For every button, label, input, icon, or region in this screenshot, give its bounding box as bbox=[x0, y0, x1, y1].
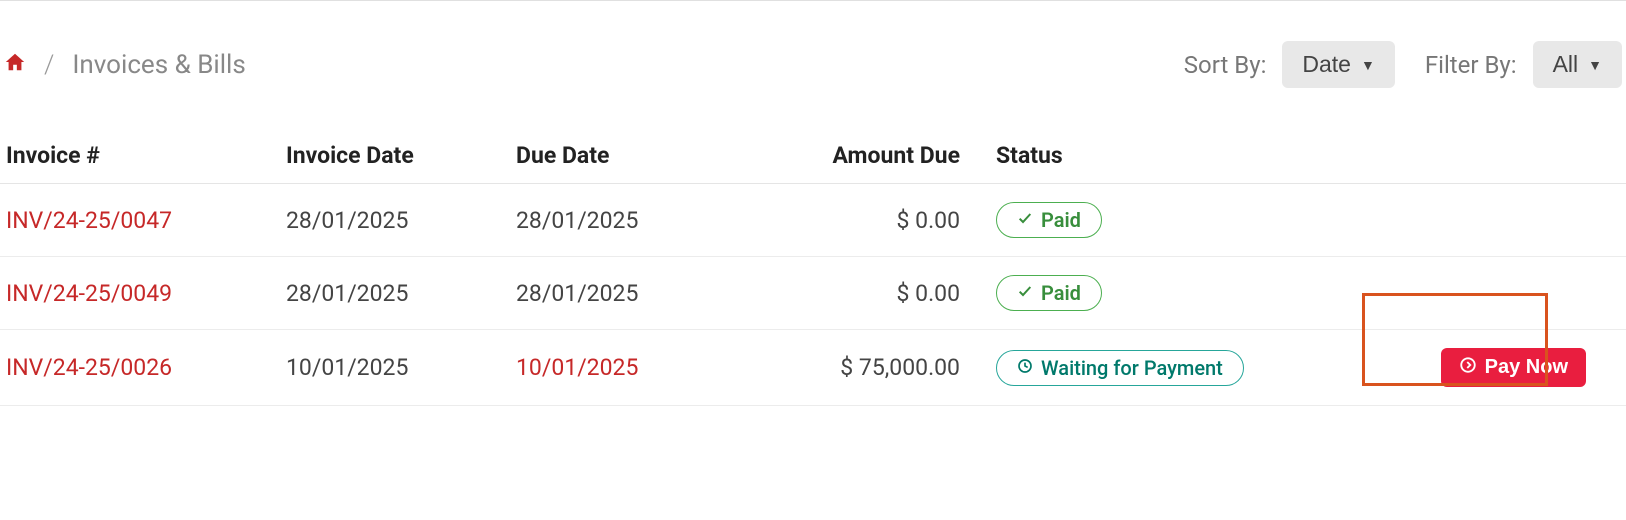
status-label: Waiting for Payment bbox=[1041, 356, 1223, 380]
controls: Sort By: Date ▼ Filter By: All ▼ bbox=[1184, 41, 1622, 88]
table-row: INV/24-25/0049 28/01/2025 28/01/2025 $ 0… bbox=[0, 257, 1626, 330]
table-row: INV/24-25/0026 10/01/2025 10/01/2025 $ 7… bbox=[0, 330, 1626, 406]
amount-due: $ 0.00 bbox=[780, 184, 990, 257]
sort-control: Sort By: Date ▼ bbox=[1184, 41, 1395, 88]
status-badge-paid: Paid bbox=[996, 202, 1102, 238]
col-header-status: Status bbox=[990, 128, 1350, 184]
home-icon[interactable] bbox=[4, 51, 26, 79]
invoice-link[interactable]: INV/24-25/0049 bbox=[6, 280, 172, 307]
breadcrumb: / Invoices & Bills bbox=[4, 50, 246, 80]
col-header-invoice-no: Invoice # bbox=[0, 128, 280, 184]
breadcrumb-separator: / bbox=[44, 50, 54, 80]
invoice-date: 10/01/2025 bbox=[280, 330, 510, 406]
check-icon bbox=[1017, 283, 1033, 303]
col-header-amount-due: Amount Due bbox=[780, 128, 990, 184]
arrow-circle-right-icon bbox=[1459, 356, 1477, 379]
invoice-link[interactable]: INV/24-25/0026 bbox=[6, 354, 172, 381]
invoice-link[interactable]: INV/24-25/0047 bbox=[6, 207, 172, 234]
amount-due: $ 75,000.00 bbox=[780, 330, 990, 406]
col-header-invoice-date: Invoice Date bbox=[280, 128, 510, 184]
caret-down-icon: ▼ bbox=[1588, 57, 1602, 73]
check-icon bbox=[1017, 210, 1033, 230]
status-label: Paid bbox=[1041, 281, 1081, 305]
invoices-table: Invoice # Invoice Date Due Date Amount D… bbox=[0, 128, 1626, 406]
clock-icon bbox=[1017, 358, 1033, 378]
pay-now-button[interactable]: Pay Now bbox=[1441, 348, 1586, 387]
sort-dropdown[interactable]: Date ▼ bbox=[1282, 41, 1394, 88]
due-date: 28/01/2025 bbox=[510, 184, 780, 257]
invoice-date: 28/01/2025 bbox=[280, 184, 510, 257]
invoice-date: 28/01/2025 bbox=[280, 257, 510, 330]
breadcrumb-title: Invoices & Bills bbox=[72, 50, 245, 80]
filter-label: Filter By: bbox=[1425, 51, 1517, 79]
table-header-row: Invoice # Invoice Date Due Date Amount D… bbox=[0, 128, 1626, 184]
filter-dropdown[interactable]: All ▼ bbox=[1533, 41, 1622, 88]
status-badge-waiting: Waiting for Payment bbox=[996, 350, 1244, 386]
due-date-overdue: 10/01/2025 bbox=[510, 330, 780, 406]
status-label: Paid bbox=[1041, 208, 1081, 232]
col-header-action bbox=[1350, 128, 1626, 184]
status-badge-paid: Paid bbox=[996, 275, 1102, 311]
sort-value: Date bbox=[1302, 51, 1351, 78]
col-header-due-date: Due Date bbox=[510, 128, 780, 184]
filter-value: All bbox=[1553, 51, 1579, 78]
pay-now-label: Pay Now bbox=[1485, 356, 1568, 379]
amount-due: $ 0.00 bbox=[780, 257, 990, 330]
due-date: 28/01/2025 bbox=[510, 257, 780, 330]
table-row: INV/24-25/0047 28/01/2025 28/01/2025 $ 0… bbox=[0, 184, 1626, 257]
caret-down-icon: ▼ bbox=[1361, 57, 1375, 73]
sort-label: Sort By: bbox=[1184, 51, 1267, 79]
filter-control: Filter By: All ▼ bbox=[1425, 41, 1622, 88]
